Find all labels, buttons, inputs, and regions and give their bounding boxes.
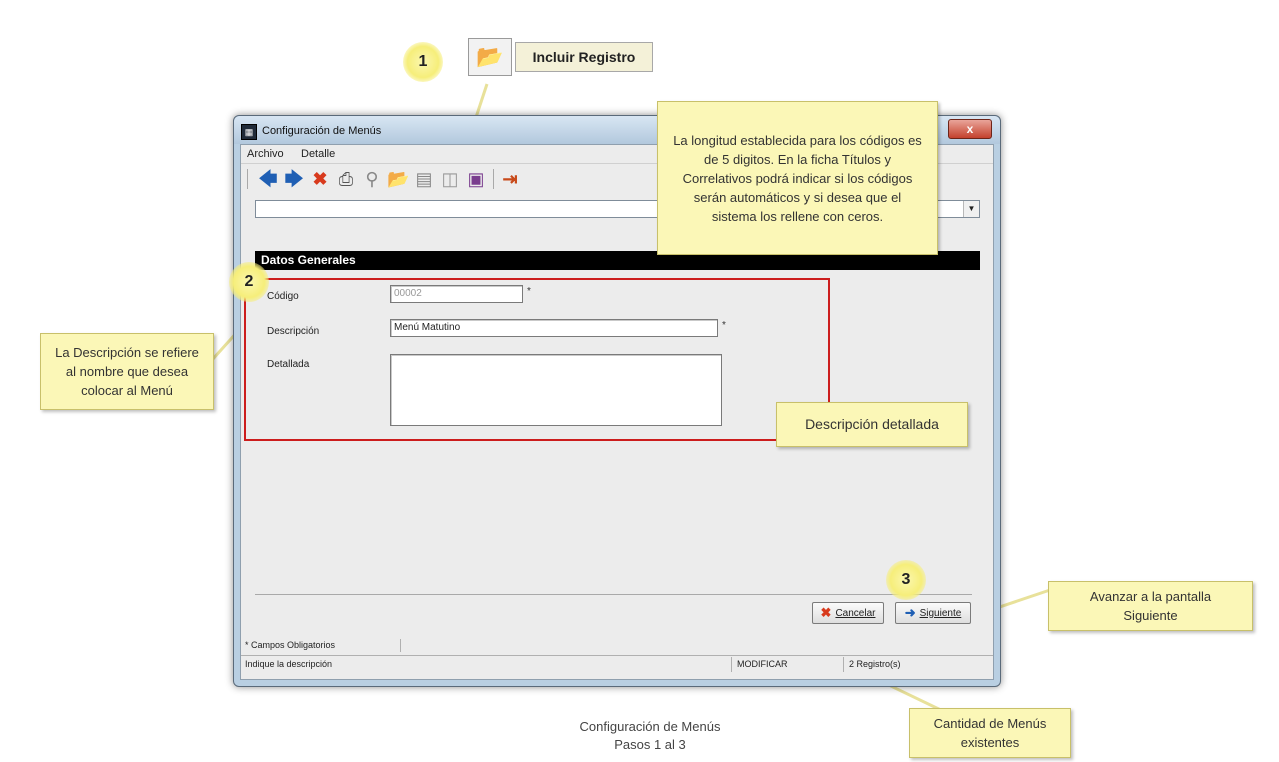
cancel-x-icon: ✖: [820, 605, 832, 620]
search-icon[interactable]: ⚲: [361, 168, 383, 190]
note-descripcion-detallada: Descripción detallada: [776, 402, 968, 447]
codigo-field[interactable]: 00002: [390, 285, 523, 303]
status-bar: Indique la descripción MODIFICAR 2 Regis…: [241, 655, 993, 673]
required-fields-note: * Campos Obligatorios: [241, 639, 401, 652]
forward-arrow-icon: ➜: [904, 605, 916, 620]
note-cantidad: Cantidad de Menús existentes: [909, 708, 1071, 758]
add-record-icon[interactable]: 📂: [387, 168, 409, 190]
caption-line-2: Pasos 1 al 3: [614, 737, 686, 752]
caption-line-1: Configuración de Menús: [579, 719, 721, 734]
chevron-down-icon[interactable]: ▼: [963, 201, 979, 217]
note-descripcion: La Descripción se refiere al nombre que …: [40, 333, 214, 410]
codigo-label: Código: [267, 291, 299, 302]
next-button-label: Siguiente: [919, 607, 962, 619]
menu-archivo[interactable]: Archivo: [247, 148, 284, 160]
status-divider: [843, 657, 844, 672]
edit-icon[interactable]: ▤: [413, 168, 435, 190]
window-title: Configuración de Menús: [262, 125, 382, 137]
app-icon: ▦: [241, 124, 257, 140]
descripcion-field[interactable]: Menú Matutino: [390, 319, 718, 337]
step-1-marker: 1: [403, 42, 443, 82]
note-siguiente: Avanzar a la pantalla Siguiente: [1048, 581, 1253, 631]
print-icon[interactable]: ⎙: [335, 168, 357, 190]
save-icon[interactable]: ▣: [465, 168, 487, 190]
status-divider: [731, 657, 732, 672]
back-arrow-icon[interactable]: 🡄: [257, 168, 279, 190]
detallada-textarea[interactable]: [390, 354, 722, 426]
required-mark: *: [722, 320, 726, 331]
detallada-label: Detallada: [267, 359, 310, 370]
cancel-x-icon[interactable]: ✖: [309, 168, 331, 190]
status-record-count: 2 Registro(s): [849, 659, 901, 669]
descripcion-label: Descripción: [267, 326, 320, 337]
status-mode: MODIFICAR: [737, 659, 788, 669]
next-button[interactable]: ➜ Siguiente: [895, 602, 971, 624]
divider: [255, 594, 972, 595]
exit-icon[interactable]: ⇥: [499, 168, 521, 190]
forward-arrow-icon[interactable]: 🡆: [283, 168, 305, 190]
step-3-marker: 3: [886, 560, 926, 600]
toolbar-separator: [247, 169, 248, 189]
close-button[interactable]: x: [948, 119, 992, 139]
add-record-icon: 📂: [468, 38, 512, 76]
delete-icon[interactable]: ◫: [439, 168, 461, 190]
callout-button-label: Incluir Registro: [515, 42, 653, 72]
status-hint: Indique la descripción: [245, 659, 333, 669]
step-2-marker: 2: [229, 262, 269, 302]
required-mark: *: [527, 286, 531, 297]
note-codigo-length: La longitud establecida para los códigos…: [657, 101, 938, 255]
cancel-button-label: Cancelar: [835, 607, 876, 619]
figure-caption: Configuración de Menús Pasos 1 al 3: [520, 718, 780, 754]
menu-detalle[interactable]: Detalle: [301, 148, 335, 160]
cancel-button[interactable]: ✖ Cancelar: [812, 602, 884, 624]
toolbar-separator: [493, 169, 494, 189]
